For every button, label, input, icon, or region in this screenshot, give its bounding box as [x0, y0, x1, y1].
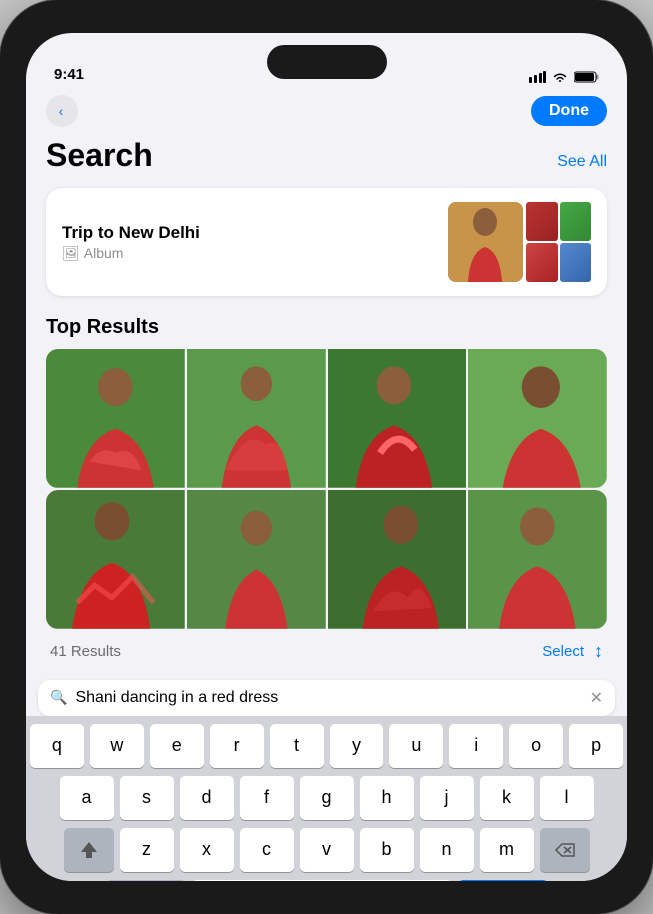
key-c[interactable]: c: [240, 828, 294, 872]
keyboard: q w e r t y u i o p a s d f g h j k: [26, 716, 627, 882]
mini-thumb-1: [526, 202, 558, 241]
key-n[interactable]: n: [420, 828, 474, 872]
top-results-label: Top Results: [46, 316, 607, 339]
key-x[interactable]: x: [180, 828, 234, 872]
photo-cell-4[interactable]: [468, 349, 607, 488]
photo-cell-3[interactable]: [328, 349, 467, 488]
shift-icon: [79, 840, 99, 860]
key-d[interactable]: d: [180, 776, 234, 820]
photo-grid-row1: [46, 349, 607, 488]
key-q[interactable]: q: [30, 724, 84, 768]
key-v[interactable]: v: [300, 828, 354, 872]
photo-cell-1[interactable]: [46, 349, 185, 488]
keyboard-row-2: a s d f g h j k l: [30, 776, 623, 820]
album-icon: 🖼: [62, 245, 80, 262]
photo-grid-row2: [46, 490, 607, 629]
phone-screen: 9:41: [26, 33, 627, 881]
signal-icon: [529, 71, 546, 83]
key-l[interactable]: l: [540, 776, 594, 820]
keyboard-row-4: 123 space search: [30, 880, 623, 882]
key-a[interactable]: a: [60, 776, 114, 820]
see-all-link[interactable]: See All: [557, 153, 607, 171]
dynamic-island: [267, 45, 387, 79]
key-z[interactable]: z: [120, 828, 174, 872]
key-s[interactable]: s: [120, 776, 174, 820]
keyboard-row-1: q w e r t y u i o p: [30, 724, 623, 768]
search-input-wrapper: 🔍 ✕: [38, 680, 615, 716]
status-icons: [529, 71, 599, 83]
album-info: Trip to New Delhi 🖼 Album: [62, 223, 200, 262]
key-h[interactable]: h: [360, 776, 414, 820]
keyboard-row-3: z x c v b n m: [30, 828, 623, 872]
search-header: Search See All: [46, 137, 607, 174]
key-f[interactable]: f: [240, 776, 294, 820]
back-button[interactable]: ‹: [46, 95, 78, 127]
select-button[interactable]: Select: [542, 643, 584, 660]
key-k[interactable]: k: [480, 776, 534, 820]
results-actions: Select ↕: [542, 641, 603, 662]
album-card[interactable]: Trip to New Delhi 🖼 Album: [46, 188, 607, 296]
status-time: 9:41: [54, 66, 84, 83]
key-t[interactable]: t: [270, 724, 324, 768]
key-r[interactable]: r: [210, 724, 264, 768]
photo-cell-8[interactable]: [468, 490, 607, 629]
album-main-photo: [448, 202, 523, 282]
key-i[interactable]: i: [449, 724, 503, 768]
wifi-icon: [552, 71, 568, 83]
nav-bar: ‹ Done: [26, 91, 627, 137]
photo-cell-6[interactable]: [187, 490, 326, 629]
mini-thumb-2: [560, 202, 592, 241]
clear-button[interactable]: ✕: [590, 688, 603, 708]
mini-thumb-3: [526, 243, 558, 282]
sort-icon[interactable]: ↕: [594, 641, 603, 662]
space-key[interactable]: space: [192, 880, 452, 882]
key-w[interactable]: w: [90, 724, 144, 768]
search-input[interactable]: [75, 689, 581, 707]
key-j[interactable]: j: [420, 776, 474, 820]
album-photos: [448, 202, 591, 282]
album-name: Trip to New Delhi: [62, 223, 200, 243]
key-b[interactable]: b: [360, 828, 414, 872]
search-input-section: 🔍 ✕: [26, 672, 627, 716]
album-type: Album: [84, 245, 124, 261]
battery-icon: [574, 71, 599, 83]
key-y[interactable]: y: [330, 724, 384, 768]
key-m[interactable]: m: [480, 828, 534, 872]
results-bar: 41 Results Select ↕: [46, 631, 607, 672]
key-p[interactable]: p: [569, 724, 623, 768]
key-e[interactable]: e: [150, 724, 204, 768]
phone-frame: 9:41: [0, 0, 653, 914]
search-icon: 🔍: [50, 689, 67, 706]
back-chevron-icon: ‹: [59, 103, 64, 119]
album-mini-grid: [526, 202, 591, 282]
shift-key[interactable]: [64, 828, 114, 872]
content-area: Search See All Trip to New Delhi 🖼 Album: [26, 137, 627, 672]
key-g[interactable]: g: [300, 776, 354, 820]
backspace-icon: [554, 842, 576, 858]
photo-cell-5[interactable]: [46, 490, 185, 629]
key-o[interactable]: o: [509, 724, 563, 768]
mini-thumb-4: [560, 243, 592, 282]
key-u[interactable]: u: [389, 724, 443, 768]
search-key[interactable]: search: [458, 880, 548, 882]
numbers-key[interactable]: 123: [106, 880, 186, 882]
album-subtitle: 🖼 Album: [62, 245, 200, 262]
page-title: Search: [46, 137, 153, 174]
results-count: 41 Results: [50, 643, 121, 660]
backspace-key[interactable]: [540, 828, 590, 872]
photo-cell-2[interactable]: [187, 349, 326, 488]
photo-cell-7[interactable]: [328, 490, 467, 629]
done-button[interactable]: Done: [531, 96, 607, 126]
